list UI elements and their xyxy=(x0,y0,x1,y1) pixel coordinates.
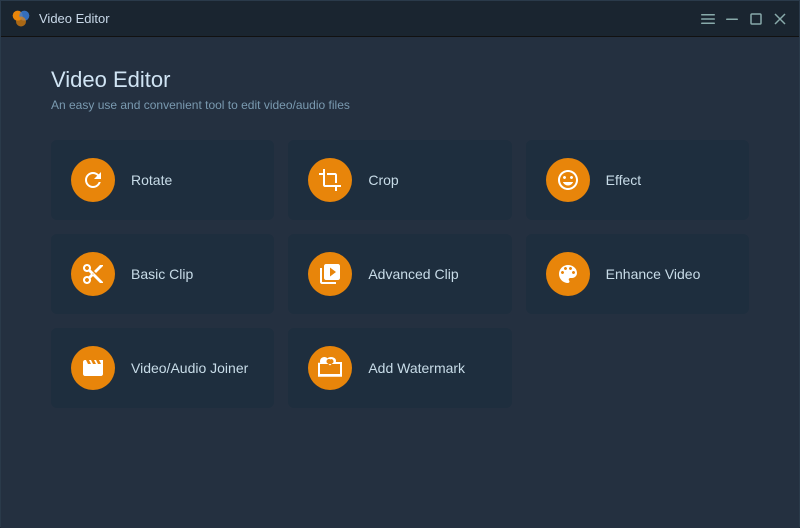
titlebar: Video Editor xyxy=(1,1,799,37)
page-title: Video Editor xyxy=(51,67,749,93)
advanced-clip-icon xyxy=(308,252,352,296)
tools-grid: Rotate Crop Effect Basic Clip xyxy=(51,140,749,408)
watermark-icon xyxy=(308,346,352,390)
basic-clip-card[interactable]: Basic Clip xyxy=(51,234,274,314)
main-content: Video Editor An easy use and convenient … xyxy=(1,37,799,528)
crop-icon xyxy=(308,158,352,202)
advanced-clip-label: Advanced Clip xyxy=(368,265,458,283)
basic-clip-label: Basic Clip xyxy=(131,265,193,283)
menu-button[interactable] xyxy=(699,10,717,28)
video-audio-joiner-label: Video/Audio Joiner xyxy=(131,359,248,377)
rotate-card[interactable]: Rotate xyxy=(51,140,274,220)
window-controls xyxy=(699,10,789,28)
window-title: Video Editor xyxy=(39,11,699,26)
film-icon xyxy=(71,346,115,390)
crop-label: Crop xyxy=(368,171,398,189)
page-header: Video Editor An easy use and convenient … xyxy=(51,67,749,112)
add-watermark-label: Add Watermark xyxy=(368,359,465,377)
effect-icon xyxy=(546,158,590,202)
add-watermark-card[interactable]: Add Watermark xyxy=(288,328,511,408)
minimize-button[interactable] xyxy=(723,10,741,28)
close-button[interactable] xyxy=(771,10,789,28)
app-logo-icon xyxy=(11,9,31,29)
scissors-icon xyxy=(71,252,115,296)
maximize-button[interactable] xyxy=(747,10,765,28)
page-subtitle: An easy use and convenient tool to edit … xyxy=(51,98,749,112)
crop-card[interactable]: Crop xyxy=(288,140,511,220)
effect-card[interactable]: Effect xyxy=(526,140,749,220)
rotate-icon xyxy=(71,158,115,202)
effect-label: Effect xyxy=(606,171,642,189)
enhance-video-label: Enhance Video xyxy=(606,265,701,283)
rotate-label: Rotate xyxy=(131,171,172,189)
advanced-clip-card[interactable]: Advanced Clip xyxy=(288,234,511,314)
palette-icon xyxy=(546,252,590,296)
enhance-video-card[interactable]: Enhance Video xyxy=(526,234,749,314)
video-audio-joiner-card[interactable]: Video/Audio Joiner xyxy=(51,328,274,408)
